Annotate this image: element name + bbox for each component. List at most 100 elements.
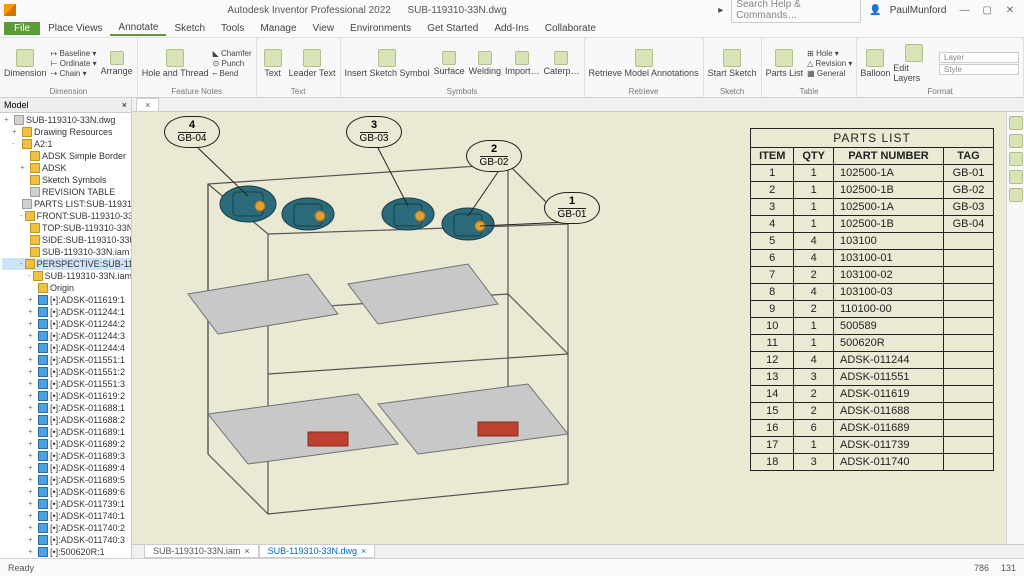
- close-tab-icon[interactable]: ×: [244, 546, 249, 556]
- close-tab-icon[interactable]: ×: [361, 546, 366, 556]
- bottom-doc-tab[interactable]: SUB-119310-33N.iam ×: [144, 545, 259, 558]
- model-tree[interactable]: +SUB-119310-33N.dwg+Drawing Resources-A2…: [0, 113, 131, 558]
- tree-node[interactable]: +[•]:ADSK-011688:1: [2, 402, 131, 414]
- tree-node[interactable]: -FRONT:SUB-119310-33N.iam: [2, 210, 131, 222]
- tree-node[interactable]: +[•]:ADSK-011688:2: [2, 414, 131, 426]
- tree-node[interactable]: +[•]:ADSK-011689:3: [2, 450, 131, 462]
- general-table-button[interactable]: ▦ General: [807, 69, 852, 78]
- tree-node[interactable]: +[•]:ADSK-011244:3: [2, 330, 131, 342]
- tree-node[interactable]: +[•]:ADSK-011740:2: [2, 522, 131, 534]
- doc-tab-close[interactable]: ×: [136, 98, 159, 111]
- tree-node[interactable]: +[•]:ADSK-011551:3: [2, 378, 131, 390]
- balloon-gb-01[interactable]: 1GB-01: [544, 192, 600, 224]
- nav-zoom-icon[interactable]: [1009, 170, 1023, 184]
- balloon-gb-04[interactable]: 4GB-04: [164, 116, 220, 148]
- menu-tab-tools[interactable]: Tools: [213, 22, 252, 35]
- nav-look-icon[interactable]: [1009, 188, 1023, 202]
- dimension-button[interactable]: Dimension: [4, 49, 47, 78]
- tree-node[interactable]: +[•]:ADSK-011740:1: [2, 510, 131, 522]
- tree-node[interactable]: SUB-119310-33N.iam: [2, 246, 131, 258]
- leader-text-button[interactable]: Leader Text: [289, 49, 336, 78]
- hole-thread-button[interactable]: Hole and Thread: [142, 49, 209, 78]
- tree-node[interactable]: +[•]:ADSK-011244:4: [2, 342, 131, 354]
- tree-node[interactable]: -A2:1: [2, 138, 131, 150]
- insert-symbol-button[interactable]: Insert Sketch Symbol: [345, 49, 430, 78]
- tree-node[interactable]: +ADSK: [2, 162, 131, 174]
- search-input[interactable]: Search Help & Commands…: [731, 0, 861, 23]
- model-browser: Model× +SUB-119310-33N.dwg+Drawing Resou…: [0, 98, 132, 558]
- start-sketch-button[interactable]: Start Sketch: [708, 49, 757, 78]
- menu-tab-collaborate[interactable]: Collaborate: [537, 22, 604, 35]
- retrieve-button[interactable]: Retrieve Model Annotations: [589, 49, 699, 78]
- tree-node[interactable]: +[•]:ADSK-011740:3: [2, 534, 131, 546]
- tree-node[interactable]: +[•]:ADSK-011689:5: [2, 474, 131, 486]
- tree-node[interactable]: +SUB-119310-33N.dwg: [2, 114, 131, 126]
- tree-node[interactable]: +[•]:ADSK-011689:2: [2, 438, 131, 450]
- menu-tab-add-ins[interactable]: Add-Ins: [486, 22, 536, 35]
- nav-orbit-icon[interactable]: [1009, 134, 1023, 148]
- menu-tab-place-views[interactable]: Place Views: [40, 22, 110, 35]
- bottom-doc-tab[interactable]: SUB-119310-33N.dwg ×: [259, 545, 376, 558]
- balloon-gb-02[interactable]: 2GB-02: [466, 140, 522, 172]
- tree-node[interactable]: -SUB-119310-33N.iam: [2, 270, 131, 282]
- ordinate-button[interactable]: ⊢ Ordinate ▾: [51, 59, 97, 68]
- minimize-button[interactable]: —: [954, 5, 974, 16]
- restore-button[interactable]: ▢: [977, 5, 997, 16]
- tree-node[interactable]: ADSK Simple Border: [2, 150, 131, 162]
- user-name[interactable]: PaulMunford: [890, 5, 947, 16]
- text-button[interactable]: Text: [261, 49, 285, 78]
- menu-tab-sketch[interactable]: Sketch: [166, 22, 213, 35]
- ribbon-group-dimension: Dimension ↦ Baseline ▾ ⊢ Ordinate ▾ ⇢ Ch…: [0, 38, 138, 97]
- tree-node[interactable]: +[•]:500620R:1: [2, 546, 131, 558]
- user-icon[interactable]: 👤: [869, 5, 881, 16]
- revision-button[interactable]: △ Revision ▾: [807, 59, 852, 68]
- welding-button[interactable]: Welding: [469, 51, 501, 76]
- tree-node[interactable]: TOP:SUB-119310-33N.iam: [2, 222, 131, 234]
- tree-node[interactable]: SIDE:SUB-119310-33N.iam: [2, 234, 131, 246]
- style-select[interactable]: Style: [939, 64, 1019, 75]
- surface-button[interactable]: Surface: [434, 51, 465, 76]
- tree-node[interactable]: +[•]:ADSK-011739:1: [2, 498, 131, 510]
- menu-tab-manage[interactable]: Manage: [252, 22, 304, 35]
- tree-node[interactable]: +[•]:ADSK-011689:1: [2, 426, 131, 438]
- chain-button[interactable]: ⇢ Chain ▾: [51, 69, 97, 78]
- file-menu[interactable]: File: [4, 22, 40, 35]
- arrange-button[interactable]: Arrange: [101, 51, 133, 76]
- balloon-gb-03[interactable]: 3GB-03: [346, 116, 402, 148]
- tree-node[interactable]: +[•]:ADSK-011244:2: [2, 318, 131, 330]
- tree-node[interactable]: +[•]:ADSK-011619:2: [2, 390, 131, 402]
- tree-node[interactable]: +[•]:ADSK-011689:6: [2, 486, 131, 498]
- tree-node[interactable]: +[•]:ADSK-011619:1: [2, 294, 131, 306]
- baseline-button[interactable]: ↦ Baseline ▾: [51, 49, 97, 58]
- menu-tab-get-started[interactable]: Get Started: [419, 22, 486, 35]
- model-panel-close-icon[interactable]: ×: [122, 100, 127, 110]
- layer-select[interactable]: Layer: [939, 52, 1019, 63]
- tree-node[interactable]: -PERSPECTIVE:SUB-119310-33N.iam: [2, 258, 131, 270]
- caterp-button[interactable]: Caterp…: [543, 51, 579, 76]
- tree-node[interactable]: +[•]:ADSK-011244:1: [2, 306, 131, 318]
- tree-node[interactable]: +[•]:ADSK-011689:4: [2, 462, 131, 474]
- bend-button[interactable]: ⌐ Bend: [213, 69, 252, 78]
- tree-node[interactable]: PARTS LIST:SUB-119310-33N.iam: [2, 198, 131, 210]
- tree-node[interactable]: Origin: [2, 282, 131, 294]
- menu-tab-environments[interactable]: Environments: [342, 22, 419, 35]
- tree-node[interactable]: REVISION TABLE: [2, 186, 131, 198]
- edit-layers-button[interactable]: Edit Layers: [893, 44, 935, 83]
- nav-home-icon[interactable]: [1009, 116, 1023, 130]
- tree-node[interactable]: +[•]:ADSK-011551:2: [2, 366, 131, 378]
- close-button[interactable]: ✕: [1000, 5, 1020, 16]
- punch-button[interactable]: ⊙ Punch: [213, 59, 252, 68]
- hole-table-button[interactable]: ⊞ Hole ▾: [807, 49, 852, 58]
- tree-node[interactable]: Sketch Symbols: [2, 174, 131, 186]
- tree-node[interactable]: +Drawing Resources: [2, 126, 131, 138]
- import-button[interactable]: Import…: [505, 51, 540, 76]
- tree-node[interactable]: +[•]:ADSK-011551:1: [2, 354, 131, 366]
- title-bar: Autodesk Inventor Professional 2022 SUB-…: [0, 0, 1024, 20]
- nav-pan-icon[interactable]: [1009, 152, 1023, 166]
- menu-tab-view[interactable]: View: [305, 22, 343, 35]
- balloon-button[interactable]: Balloon: [861, 49, 889, 78]
- chamfer-button[interactable]: ◣ Chamfer: [213, 49, 252, 58]
- menu-tab-annotate[interactable]: Annotate: [110, 21, 166, 36]
- drawing-viewport[interactable]: 4GB-043GB-032GB-021GB-01 PARTS LISTITEMQ…: [132, 112, 1024, 544]
- parts-list-button[interactable]: Parts List: [766, 49, 804, 78]
